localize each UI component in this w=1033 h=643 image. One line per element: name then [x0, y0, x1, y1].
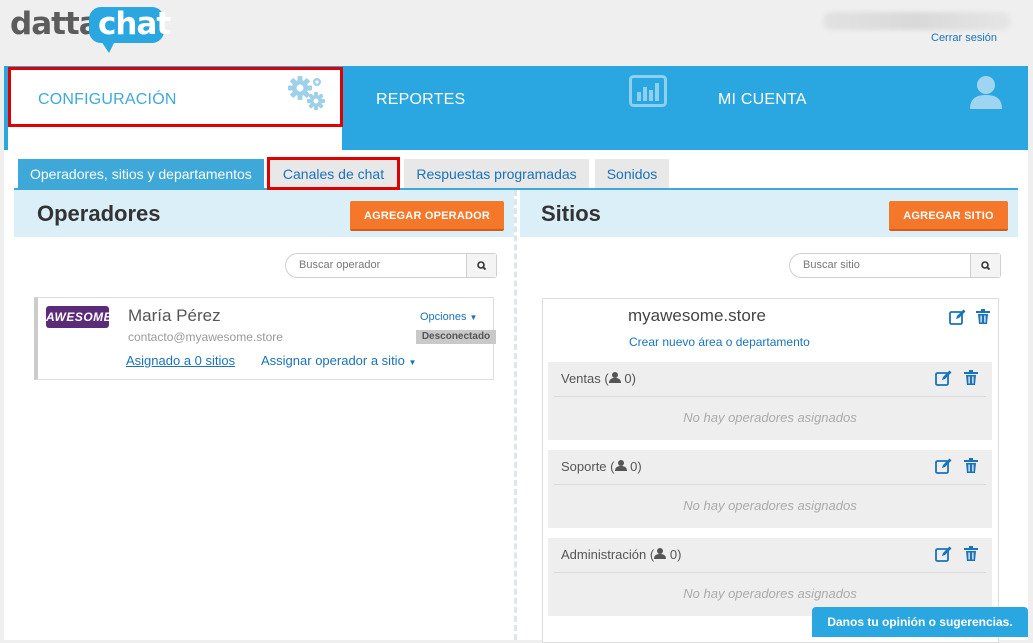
operator-search-button[interactable] [466, 254, 496, 277]
operator-email: contacto@myawesome.store [128, 330, 283, 344]
department-divider [554, 396, 986, 397]
tab-reportes[interactable]: REPORTES [346, 69, 684, 150]
operator-assigned-link[interactable]: Asignado a 0 sitios [126, 353, 235, 368]
tab-mi-cuenta[interactable]: MI CUENTA [688, 69, 1028, 150]
department-title: Soporte ( 0) [561, 459, 642, 474]
department-divider [554, 484, 986, 485]
caret-down-icon: ▼ [408, 358, 417, 367]
delete-department-icon[interactable] [964, 370, 980, 386]
department-divider [554, 572, 986, 573]
edit-site-icon[interactable] [949, 309, 966, 325]
assign-operator-label: Assignar operador a sitio [261, 353, 405, 368]
site-name: myawesome.store [628, 306, 766, 325]
create-department-link[interactable]: Crear nuevo área o departamento [629, 335, 810, 349]
subtab-sonidos[interactable]: Sonidos [595, 159, 669, 189]
logout-link[interactable]: Cerrar sesión [931, 32, 997, 44]
add-operator-button[interactable]: AGREGAR OPERADOR [350, 201, 504, 231]
department-card-soporte: Soporte ( 0) No hay operadores asignados [548, 450, 992, 528]
tab-configuracion[interactable]: CONFIGURACIÓN [8, 69, 342, 150]
site-search[interactable]: Buscar sitio [789, 253, 1001, 278]
edit-department-icon[interactable] [935, 370, 952, 386]
caret-down-icon: ▼ [469, 313, 478, 322]
logo-text-datta: datta [10, 6, 100, 42]
delete-department-icon[interactable] [964, 546, 980, 562]
operator-options-dropdown[interactable]: Opciones ▼ [420, 311, 477, 323]
subtab-operadores[interactable]: Operadores, sitios y departamentos [18, 159, 264, 189]
department-card-administracion: Administración ( 0) No hay operadores as… [548, 538, 992, 616]
user-name-redacted [823, 12, 1011, 30]
operator-search-placeholder: Buscar operador [299, 259, 381, 271]
operator-options-label: Opciones [420, 311, 467, 323]
site-search-button[interactable] [970, 254, 1000, 277]
department-empty-message: No hay operadores asignados [683, 498, 857, 513]
tab-configuracion-label: CONFIGURACIÓN [38, 91, 177, 108]
department-count: 0 [669, 547, 678, 562]
department-name: Administración [561, 547, 647, 562]
operator-card: AWESOME María Pérez contacto@myawesome.s… [34, 297, 496, 380]
edit-department-icon[interactable] [935, 546, 952, 562]
subtab-respuestas[interactable]: Respuestas programadas [404, 159, 589, 189]
department-name: Ventas [561, 371, 601, 386]
assign-operator-dropdown[interactable]: Assignar operador a sitio ▼ [261, 353, 416, 368]
column-divider [514, 190, 517, 640]
bar-chart-icon [629, 75, 667, 112]
department-name: Soporte [561, 459, 607, 474]
subtab-canales[interactable]: Canales de chat [270, 159, 397, 189]
department-empty-message: No hay operadores asignados [683, 586, 857, 601]
department-card-ventas: Ventas ( 0) No hay operadores asignados [548, 362, 992, 440]
department-count: 0 [630, 459, 638, 474]
operators-title: Operadores [37, 201, 161, 226]
edit-department-icon[interactable] [935, 458, 952, 474]
tab-reportes-label: REPORTES [376, 91, 466, 108]
logo-text-chat: chat [98, 6, 171, 42]
department-empty-message: No hay operadores asignados [683, 410, 857, 425]
operator-status-badge: Desconectado [416, 330, 496, 344]
department-count: 0 [624, 371, 632, 386]
main-nav: CONFIGURACIÓN REPORTES MI CUENTA [4, 66, 1028, 150]
logo[interactable]: datta chat [10, 4, 180, 54]
operator-avatar: AWESOME [46, 306, 112, 328]
department-title: Administración ( 0) [561, 547, 682, 562]
feedback-button[interactable]: Danos tu opinión o sugerencias. [812, 607, 1028, 637]
department-title: Ventas ( 0) [561, 371, 636, 386]
site-search-placeholder: Buscar sitio [803, 259, 860, 271]
search-icon [981, 261, 991, 271]
tab-mi-cuenta-label: MI CUENTA [718, 91, 807, 108]
operator-count-icon [608, 371, 621, 386]
gears-icon [286, 75, 328, 118]
add-site-button[interactable]: AGREGAR SITIO [889, 201, 1008, 231]
operator-name: María Pérez [128, 306, 221, 325]
search-icon [477, 261, 487, 271]
operator-count-icon [614, 459, 627, 474]
sites-title: Sitios [541, 201, 601, 226]
delete-site-icon[interactable] [976, 309, 992, 325]
operator-search[interactable]: Buscar operador [285, 253, 497, 278]
operator-count-icon [654, 547, 667, 562]
user-icon [969, 75, 1003, 114]
delete-department-icon[interactable] [964, 458, 980, 474]
